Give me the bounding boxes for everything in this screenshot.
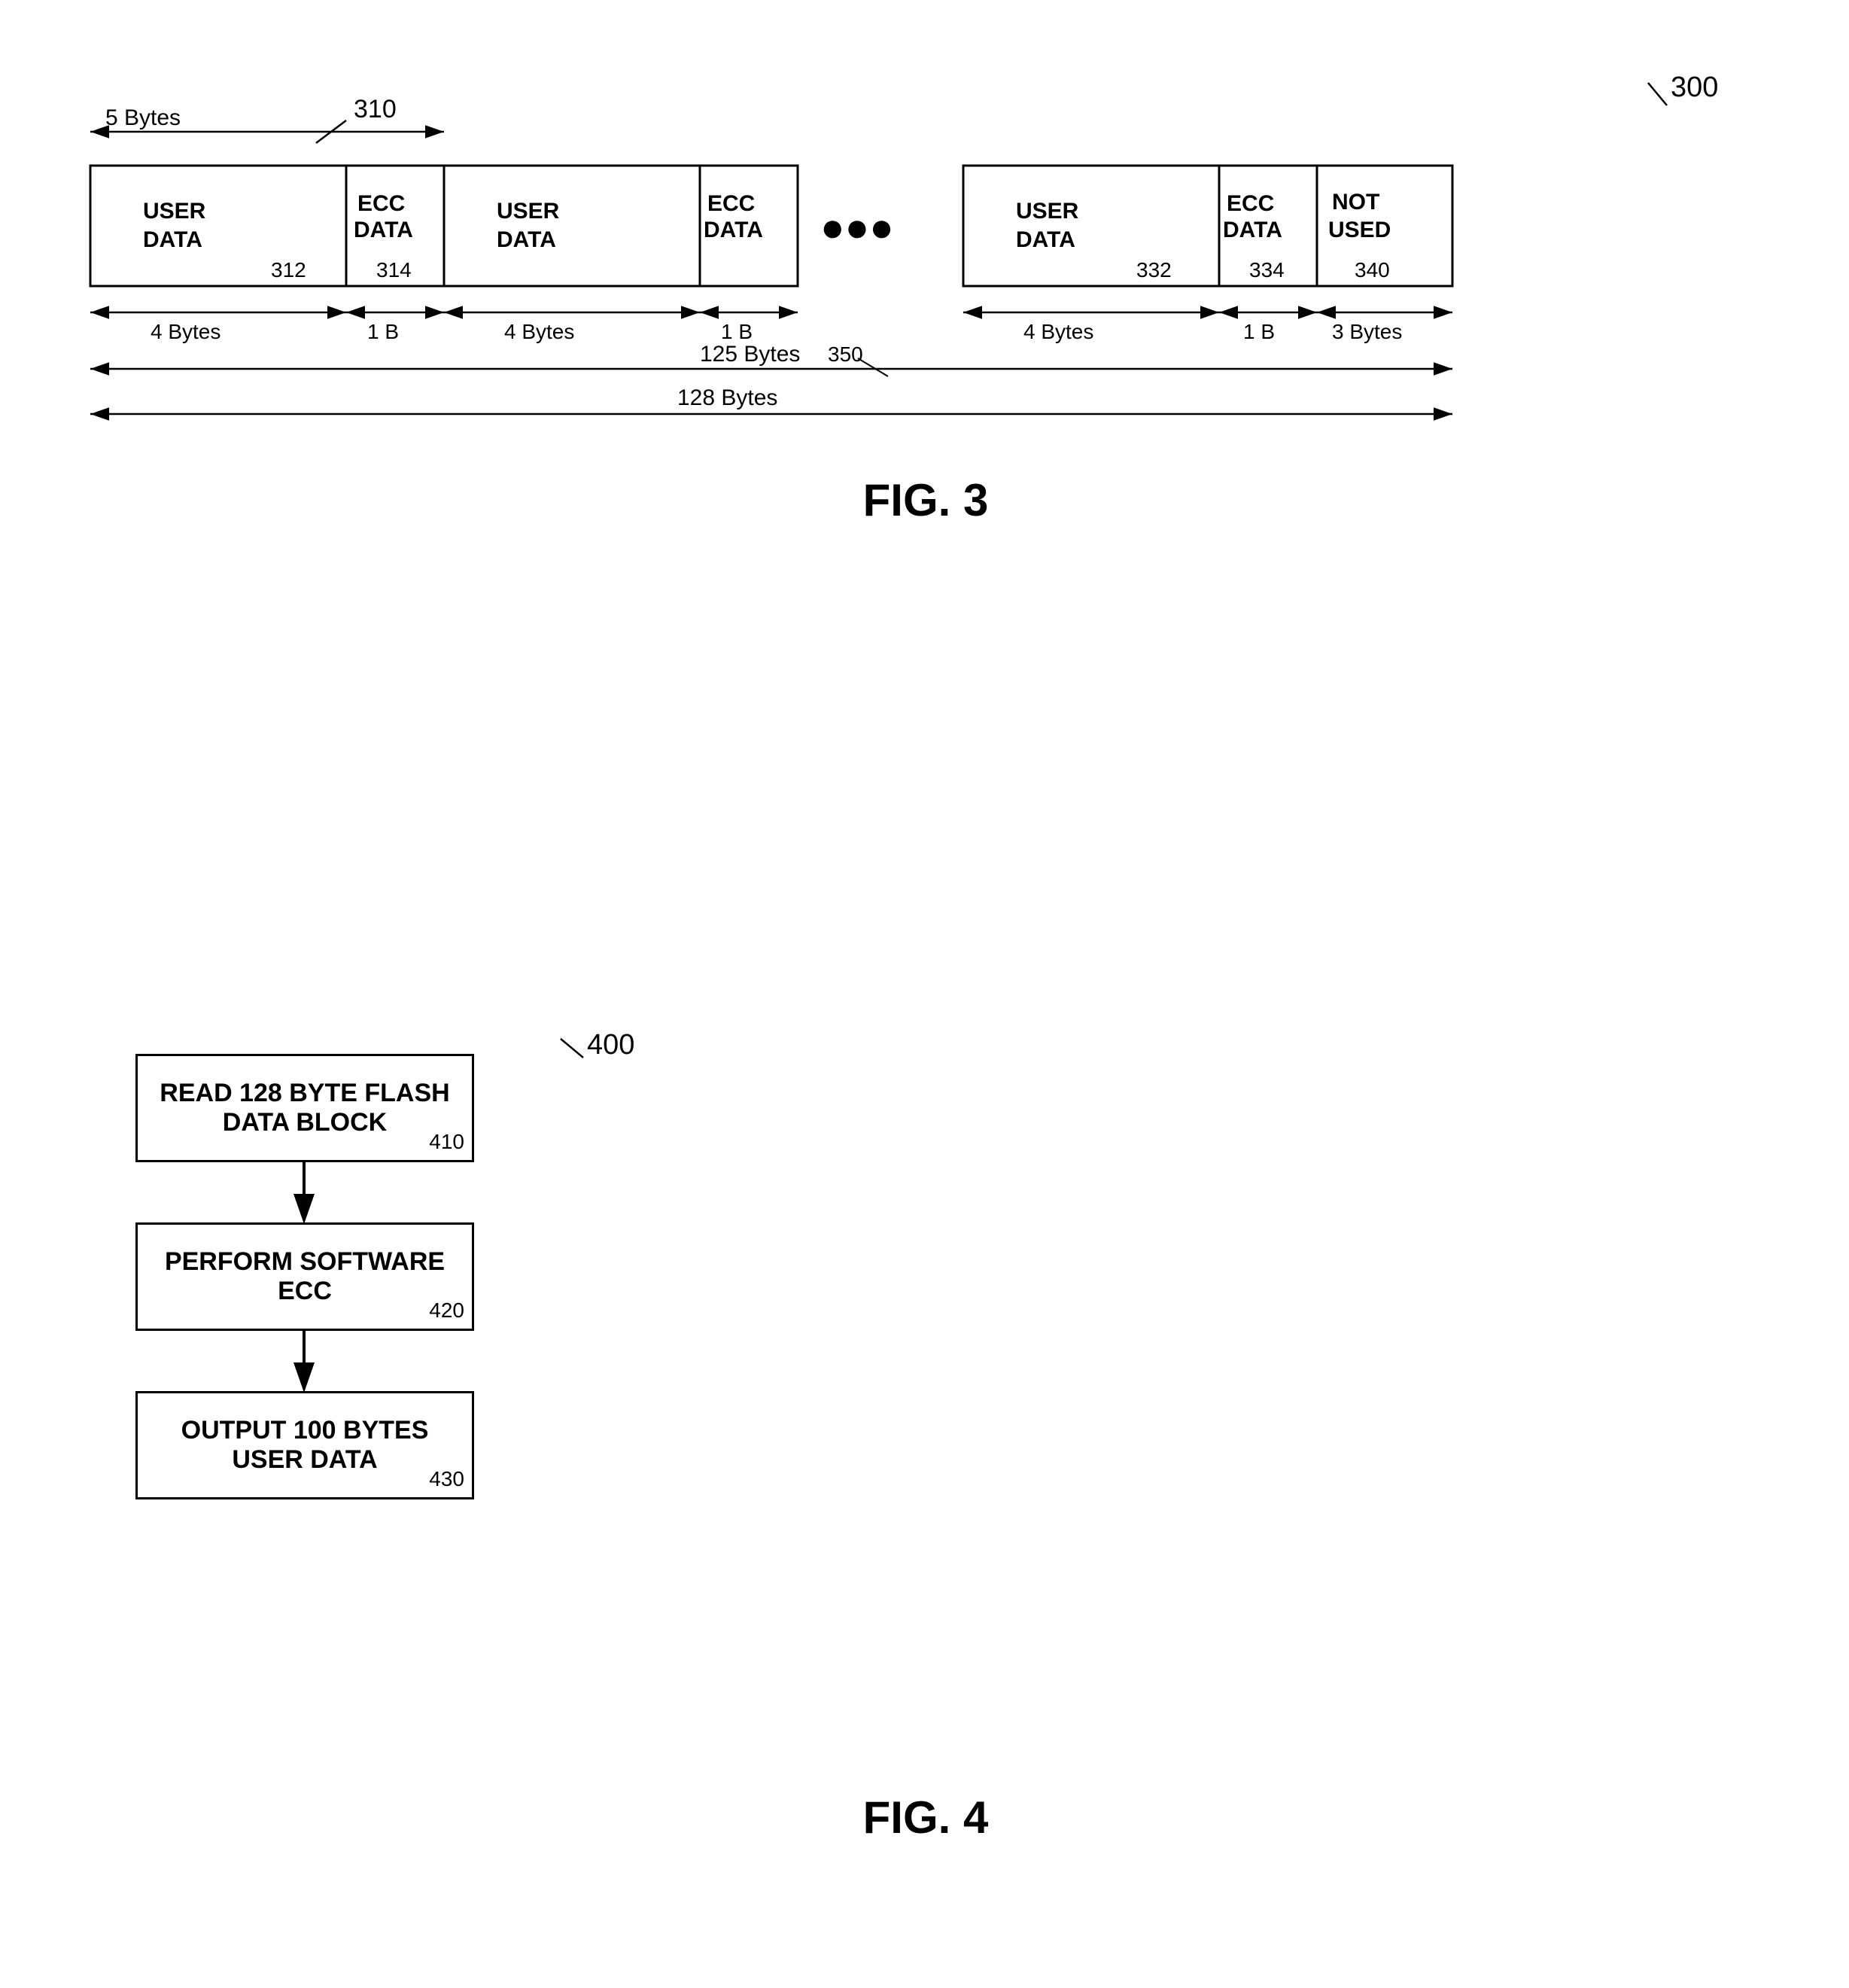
fig4-title: FIG. 4 [863, 1792, 989, 1843]
box-ecc-data-314-line1: ECC [357, 191, 405, 216]
ref-400-label: 400 [587, 1029, 634, 1061]
bytes-1b-2-label: 1 B [721, 320, 753, 343]
dots-label: ●●● [820, 205, 894, 250]
page-container: 310 5 Bytes 300 USER DATA 312 [0, 0, 1849, 1988]
bytes-125-label: 125 Bytes [700, 342, 800, 367]
bytes-128-label: 128 Bytes [677, 385, 777, 410]
box-user-data-2-line2: DATA [497, 227, 556, 252]
box-ecc-data-314-line2: DATA [354, 218, 413, 242]
fig3-svg: 310 5 Bytes 300 USER DATA 312 [60, 45, 1791, 527]
box-ecc-data-2-line2: DATA [704, 218, 763, 242]
ref-334: 334 [1249, 258, 1285, 282]
flow-box-410: READ 128 BYTE FLASH DATA BLOCK 410 [135, 1054, 474, 1162]
ref-420: 420 [429, 1298, 464, 1323]
box-ecc-data-334-line2: DATA [1223, 218, 1282, 242]
ref-430: 430 [429, 1467, 464, 1491]
box-not-used-line2: USED [1328, 218, 1391, 242]
ref-312: 312 [271, 258, 306, 282]
ref-332: 332 [1136, 258, 1172, 282]
box-user-data-2-line1: USER [497, 199, 560, 224]
bytes-4-left-label: 4 Bytes [151, 320, 220, 343]
flow-label-420: PERFORM SOFTWARE ECC [165, 1247, 445, 1305]
flow-box-420: PERFORM SOFTWARE ECC 420 [135, 1222, 474, 1331]
ref-310-label: 310 [354, 95, 397, 123]
arrow-410-420 [135, 1162, 482, 1222]
box-user-data-332-line2: DATA [1016, 227, 1075, 252]
fig3-title: FIG. 3 [863, 474, 989, 526]
box-user-data-332-line1: USER [1016, 199, 1079, 224]
bytes-3-label: 3 Bytes [1332, 320, 1402, 343]
ref-340: 340 [1355, 258, 1390, 282]
flow-box-430: OUTPUT 100 BYTES USER DATA 430 [135, 1391, 474, 1499]
box-user-data-312-line1: USER [143, 199, 206, 224]
ref-314: 314 [376, 258, 412, 282]
box-ecc-data-334-line1: ECC [1227, 191, 1274, 216]
flow-label-430: OUTPUT 100 BYTES USER DATA [181, 1416, 429, 1474]
box-ecc-data-2-line1: ECC [707, 191, 755, 216]
ref-300-label: 300 [1671, 72, 1718, 103]
ref-410: 410 [429, 1130, 464, 1154]
arrow-420-430 [135, 1331, 482, 1391]
bytes-1b-1-label: 1 B [367, 320, 399, 343]
bytes-4-right-label: 4 Bytes [1023, 320, 1093, 343]
flow-label-410: READ 128 BYTE FLASH DATA BLOCK [160, 1079, 449, 1137]
bytes-4-left2-label: 4 Bytes [504, 320, 574, 343]
bytes-1b-right-label: 1 B [1243, 320, 1275, 343]
bytes-5-label: 5 Bytes [105, 105, 181, 130]
ref-350: 350 [828, 342, 863, 366]
box-user-data-312-line2: DATA [143, 227, 202, 252]
box-not-used-line1: NOT [1332, 190, 1379, 215]
flowchart: READ 128 BYTE FLASH DATA BLOCK 410 PERFO… [135, 1054, 482, 1499]
